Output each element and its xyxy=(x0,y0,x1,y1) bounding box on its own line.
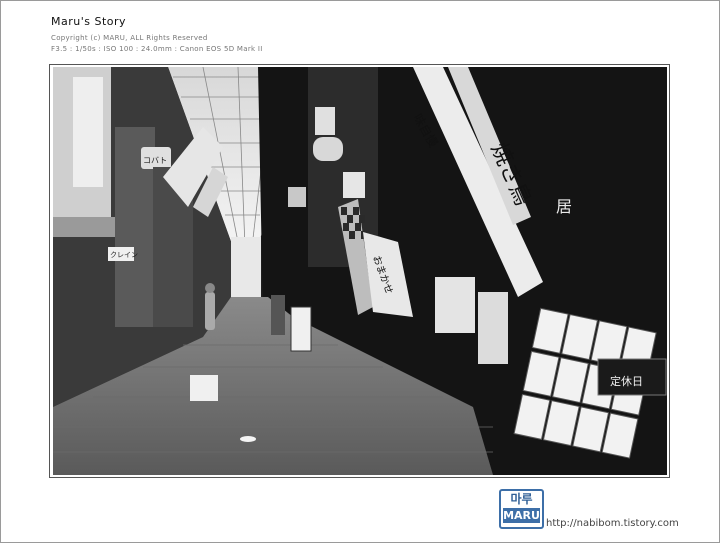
pedestrian xyxy=(205,292,215,330)
blog-url-link[interactable]: http://nabibom.tistory.com xyxy=(546,518,679,529)
logo-korean-text: 마루 xyxy=(510,492,533,506)
blog-title: Maru's Story xyxy=(51,15,127,28)
maru-logo: 마루 MARU xyxy=(499,489,544,529)
kobato-sign-text: コバト xyxy=(143,156,167,165)
street-photo: 焼き鳥 味自慢 おまかせ 定休日 居 コバト クレイン xyxy=(53,67,667,475)
shop-sign-text: 居 xyxy=(556,197,572,216)
logo-english-text: MARU xyxy=(503,508,540,523)
copyright-text: Copyright (c) MARU, ALL Rights Reserved xyxy=(51,34,208,42)
crane-sign-text: クレイン xyxy=(110,251,138,259)
exif-info: F3.5 : 1/50s : ISO 100 : 24.0mm : Canon … xyxy=(51,45,263,53)
closed-day-text: 定休日 xyxy=(610,374,643,388)
arcade-scene: 焼き鳥 味自慢 おまかせ 定休日 居 コバト クレイン xyxy=(53,67,667,475)
